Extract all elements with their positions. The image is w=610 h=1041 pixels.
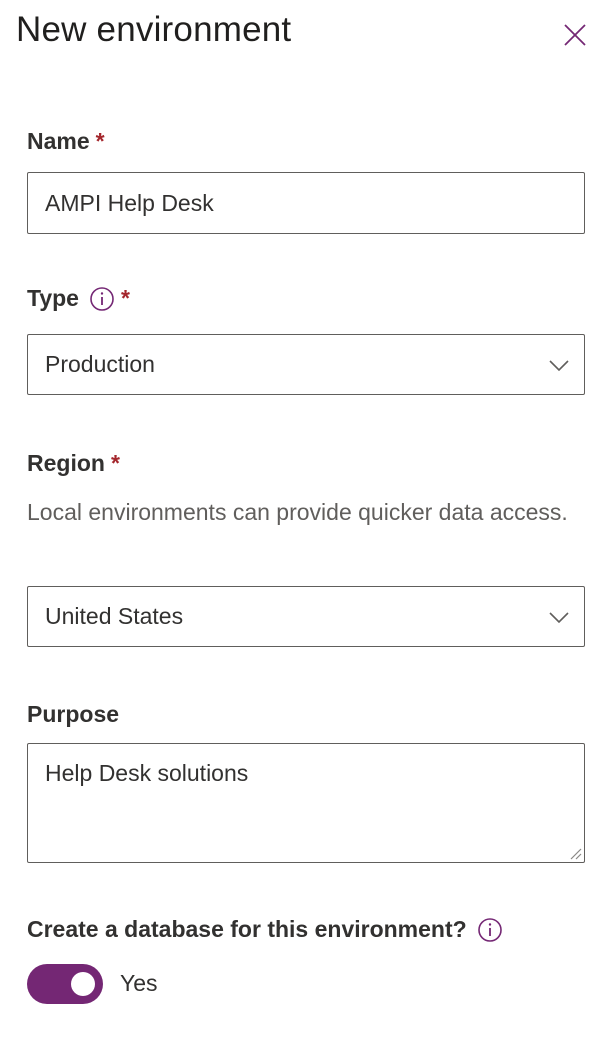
database-label: Create a database for this environment? xyxy=(27,916,503,943)
toggle-state-label: Yes xyxy=(120,970,158,996)
region-description: Local environments can provide quicker d… xyxy=(27,499,568,525)
close-button[interactable] xyxy=(558,18,592,52)
required-marker: * xyxy=(120,285,130,311)
type-label: Type * xyxy=(27,285,130,312)
purpose-label: Purpose xyxy=(27,701,119,728)
type-label-text: Type xyxy=(27,285,79,311)
chevron-down-icon xyxy=(549,359,569,371)
purpose-label-text: Purpose xyxy=(27,701,120,727)
region-dropdown[interactable]: United States xyxy=(27,586,585,647)
region-selected-value: United States xyxy=(45,603,184,629)
name-label: Name * xyxy=(27,128,105,155)
resize-grip-icon[interactable] xyxy=(568,846,582,860)
type-dropdown[interactable]: Production xyxy=(27,334,585,395)
purpose-value: Help Desk solutions xyxy=(45,760,249,786)
region-label-text: Region xyxy=(27,450,105,476)
close-icon xyxy=(564,24,586,46)
name-input[interactable]: AMPI Help Desk xyxy=(27,172,585,234)
required-marker: * xyxy=(110,450,120,476)
purpose-textarea[interactable]: Help Desk solutions xyxy=(27,743,585,863)
panel-title: New environment xyxy=(16,10,292,49)
create-database-toggle[interactable] xyxy=(27,964,103,1004)
chevron-down-icon xyxy=(549,611,569,623)
database-info-icon[interactable] xyxy=(477,917,503,943)
required-marker: * xyxy=(95,128,105,154)
info-icon xyxy=(477,917,502,942)
name-label-text: Name xyxy=(27,128,90,154)
region-label: Region * xyxy=(27,450,120,477)
type-info-icon[interactable] xyxy=(89,286,115,312)
type-selected-value: Production xyxy=(45,351,155,377)
database-label-text: Create a database for this environment? xyxy=(27,916,467,942)
new-environment-panel: New environment Name * AMPI Help Desk Ty… xyxy=(0,0,610,1041)
toggle-knob xyxy=(71,972,95,996)
info-icon xyxy=(90,286,114,311)
